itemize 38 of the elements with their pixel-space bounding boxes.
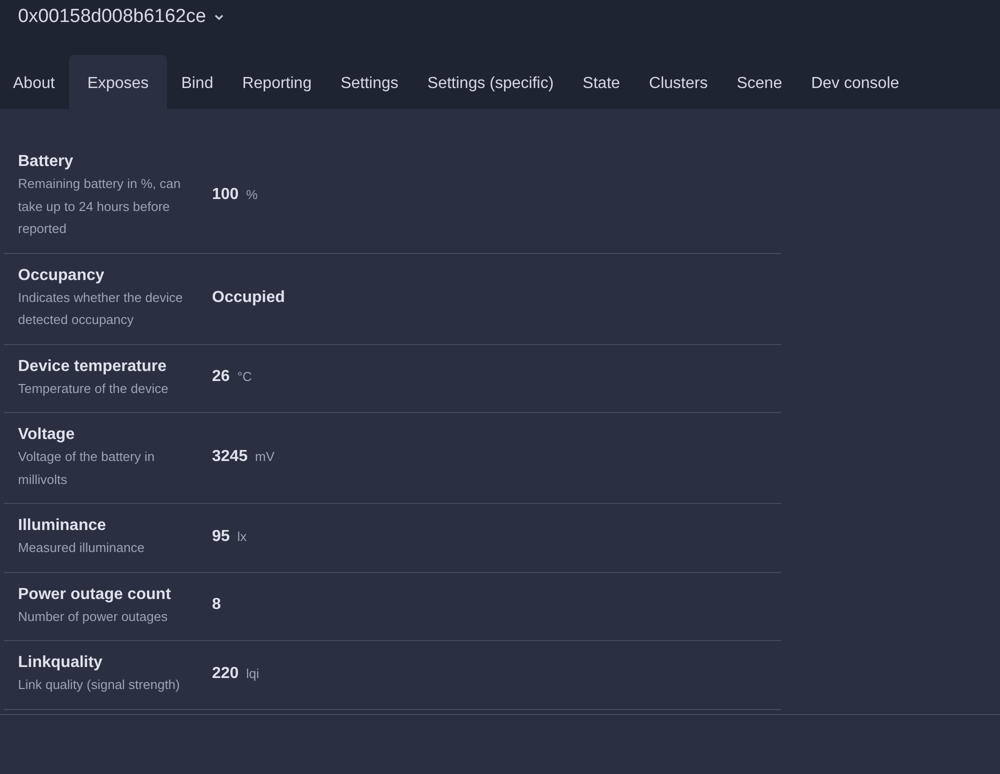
tab[interactable]: Scene — [722, 55, 797, 109]
feature-value: 220 — [212, 664, 239, 682]
feature-description: Number of power outages — [18, 608, 169, 626]
feature-unit: % — [246, 187, 258, 202]
feature-description: Voltage of the battery in millivolts — [18, 448, 156, 488]
feature-value: 3245 — [212, 448, 248, 465]
feature-name: Battery — [18, 152, 74, 172]
feature-description: Temperature of the device — [18, 380, 170, 398]
feature-unit: lqi — [246, 666, 260, 681]
feature-name: Illuminance — [18, 516, 108, 536]
tab[interactable]: Exposes — [69, 55, 167, 109]
feature-description: Indicates whether the device detected occupancy — [18, 288, 184, 329]
feature-name: Occupancy — [18, 266, 106, 286]
feature-unit: °C — [237, 369, 252, 384]
feature-unit: mV — [255, 449, 275, 464]
feature-value: 8 — [212, 596, 221, 614]
feature-unit: lx — [237, 528, 247, 544]
feature-value: 100 — [212, 186, 239, 204]
device-selector[interactable]: 0x00158d008b6162ce — [18, 0, 224, 28]
tab[interactable]: Settings (specific) — [412, 55, 568, 109]
feature-value: Occupied — [212, 288, 285, 306]
feature-name: Power outage count — [18, 584, 172, 604]
tab[interactable]: Dev console — [796, 55, 914, 109]
tab[interactable]: State — [568, 55, 635, 109]
feature-name: Linkquality — [18, 653, 104, 673]
feature-value: 95 — [212, 528, 230, 545]
tab[interactable]: Settings — [326, 55, 413, 109]
tab[interactable]: Reporting — [228, 55, 326, 109]
tab[interactable]: Bind — [166, 55, 228, 109]
feature-name: Voltage — [18, 425, 76, 445]
feature-description: Remaining battery in %, can take up to 24 hours before reported — [18, 175, 182, 238]
tab[interactable]: About — [0, 55, 70, 109]
feature-name: Device temperature — [18, 356, 168, 376]
feature-description: Link quality (signal strength) — [18, 676, 181, 694]
feature-value: 26 — [212, 368, 230, 386]
tab[interactable]: Clusters — [634, 55, 722, 109]
feature-description: Measured illuminance — [18, 539, 146, 557]
chevron-down-icon — [214, 14, 224, 20]
